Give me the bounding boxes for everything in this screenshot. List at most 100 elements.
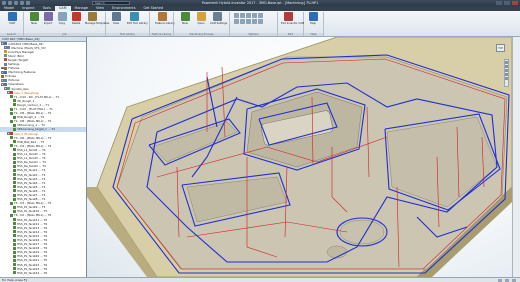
ribbon: Launch Job Tool Library Feature Library … — [0, 11, 520, 37]
option-button[interactable] — [246, 19, 251, 24]
tree-node-icon — [4, 42, 8, 46]
button-label: Copy — [58, 21, 66, 25]
collapse-icon[interactable]: - — [7, 132, 10, 135]
orbit-icon[interactable] — [505, 69, 508, 72]
tree-node-icon — [13, 242, 16, 246]
new-button[interactable]: New — [27, 12, 41, 25]
cam-settings-button[interactable]: CAM Settings — [210, 12, 227, 25]
zoom-icon[interactable] — [505, 65, 508, 68]
settings-icon — [212, 12, 222, 21]
manage-templates-button[interactable]: Manage Templates — [85, 12, 110, 25]
tree-node-icon — [13, 160, 16, 164]
group-label: Machining Process — [174, 32, 229, 36]
collapse-icon[interactable]: - — [1, 42, 4, 45]
expand-icon[interactable]: + — [4, 46, 7, 49]
button-label: CAM — [9, 21, 15, 25]
help-button[interactable]: Help — [306, 12, 320, 25]
open-button[interactable]: Open — [194, 12, 208, 25]
collapse-icon[interactable]: - — [1, 83, 4, 86]
undo-icon[interactable] — [14, 1, 18, 5]
pan-icon[interactable] — [505, 61, 508, 64]
feature-library-icon — [157, 12, 167, 21]
app-menu-icon[interactable] — [2, 1, 6, 5]
group-label: Exit — [278, 32, 303, 36]
open-icon — [196, 12, 206, 21]
view-button[interactable]: View — [109, 12, 123, 25]
option-button[interactable] — [258, 19, 263, 24]
button-label: Help — [310, 21, 316, 25]
tree-node-icon — [10, 201, 13, 205]
expand-icon[interactable]: + — [1, 79, 4, 82]
button-label: Manage Templates — [85, 21, 110, 25]
tree-node-icon — [13, 259, 16, 263]
option-button[interactable] — [258, 13, 263, 18]
tree-node-icon — [13, 238, 16, 242]
edit-tool-library-button[interactable]: Edit Tool Library — [127, 12, 148, 25]
import-button[interactable]: Import — [41, 12, 55, 25]
cam-button[interactable]: CAM — [5, 12, 19, 25]
tree-node-icon — [1, 74, 4, 78]
redo-icon[interactable] — [20, 1, 24, 5]
tree-node-icon — [13, 222, 16, 226]
new-button[interactable]: New — [178, 12, 192, 25]
status-bar: For Help, press F1 — [0, 277, 520, 282]
exit-icon — [283, 12, 293, 21]
viewcube[interactable]: TOP — [494, 41, 508, 55]
tree-node-icon — [13, 168, 16, 172]
collapse-icon[interactable]: - — [7, 91, 10, 94]
toolpath-render[interactable] — [87, 37, 512, 277]
copy-button[interactable]: Copy — [55, 12, 69, 25]
tree-node-icon — [13, 226, 16, 230]
option-button[interactable] — [240, 19, 245, 24]
viewcube-face[interactable]: TOP — [496, 44, 505, 52]
option-button[interactable] — [234, 13, 239, 18]
fit-icon[interactable] — [505, 77, 508, 80]
tree-node-icon — [13, 250, 16, 254]
close-button[interactable] — [512, 0, 518, 5]
group-label: Options — [230, 32, 277, 36]
exit-inventor-cam-button[interactable]: Exit Inventor CAM — [281, 12, 304, 25]
print-icon[interactable] — [26, 1, 30, 5]
look-at-icon[interactable] — [505, 73, 508, 76]
option-button[interactable] — [252, 13, 257, 18]
option-button[interactable] — [234, 19, 239, 24]
expand-icon[interactable]: + — [1, 66, 4, 70]
tree-node-icon — [13, 148, 16, 152]
save-icon[interactable] — [8, 1, 12, 5]
tree-node-icon — [13, 189, 16, 193]
group-label: Feature Library — [150, 32, 173, 36]
collapse-icon[interactable]: - — [4, 87, 7, 90]
cam-manager-panel: CAM Part [3MO-Base_04] - CAM-Part (3MO-Ba… — [0, 37, 87, 277]
search-input[interactable]: Search — [92, 1, 130, 5]
expand-icon[interactable]: + — [1, 70, 4, 74]
window-title: Powermill Hybrid-Inventor 2017 - 3MO-Bas… — [201, 1, 319, 5]
tree-item[interactable]: HSS_Pz_facet24 ... T6 — [0, 271, 86, 275]
tree-node-icon — [13, 99, 16, 103]
tree-node-icon — [13, 246, 16, 250]
tree-node-icon — [13, 103, 16, 107]
feature-library-button[interactable]: Feature Library — [155, 12, 175, 25]
group-label: Help — [304, 32, 323, 36]
tree-node-icon — [4, 62, 7, 66]
tree-node-icon — [4, 54, 7, 58]
viewport-scrollbar[interactable] — [512, 37, 520, 277]
graphics-viewport[interactable]: TOP — [87, 37, 512, 277]
tree-node-icon — [13, 123, 16, 127]
group-label: Launch — [0, 32, 23, 36]
minimize-button[interactable] — [496, 0, 502, 5]
button-label: Open — [197, 21, 205, 25]
option-button[interactable] — [240, 13, 245, 18]
option-button[interactable] — [252, 19, 257, 24]
tree-item-label: HSS_Pz_facet24 ... T6 — [17, 270, 48, 275]
tree-node-icon — [10, 95, 13, 99]
tree-node-icon — [13, 193, 16, 197]
delete-button[interactable]: Delete — [69, 12, 83, 25]
tree-node-icon — [13, 230, 16, 234]
tree-node-icon — [10, 213, 13, 217]
maximize-button[interactable] — [504, 0, 510, 5]
tree-node-icon — [13, 181, 16, 185]
tree-node-icon — [13, 128, 16, 132]
status-text: For Help, press F1 — [2, 278, 28, 282]
option-button[interactable] — [246, 13, 251, 18]
tree-node-icon — [7, 46, 11, 50]
